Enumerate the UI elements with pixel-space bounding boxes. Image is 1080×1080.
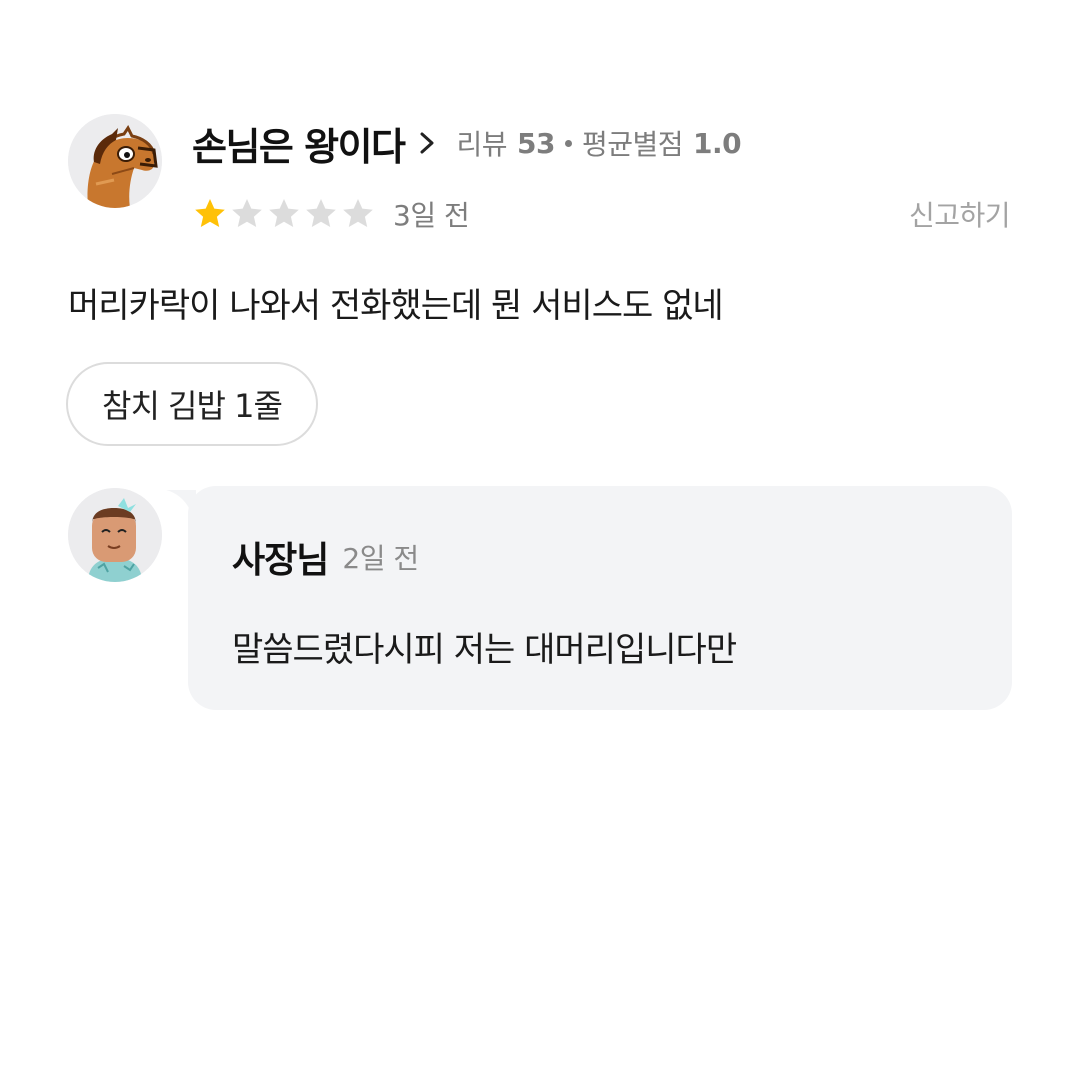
reply-bubble-tail: [166, 486, 206, 526]
rating-row: 3일 전: [192, 192, 470, 236]
review-author-row: 손님은 왕이다 리뷰 53 평균별점 1.0: [192, 116, 742, 171]
ordered-menu-chip[interactable]: 참치 김밥 1줄: [66, 362, 318, 446]
owner-reply-bubble: [188, 486, 1012, 710]
owner-name: 사장님: [232, 540, 329, 581]
review-page: 손님은 왕이다 리뷰 53 평균별점 1.0 3일 전 신고하기 머리카락이 나…: [0, 0, 1080, 1080]
owner-avatar-icon: [68, 488, 162, 582]
customer-nickname[interactable]: 손님은 왕이다: [192, 116, 406, 171]
review-count-label: 리뷰: [456, 128, 508, 161]
report-button[interactable]: 신고하기: [909, 194, 1011, 234]
owner-avatar: [68, 488, 162, 582]
star-empty-icon: [340, 196, 376, 232]
avg-rating-label: 평균별점: [582, 128, 684, 161]
separator-dot: [565, 139, 572, 147]
star-empty-icon: [303, 196, 339, 232]
star-rating: [192, 196, 377, 232]
owner-reply-text: 말씀드렸다시피 저는 대머리입니다만: [232, 630, 737, 670]
review-text: 머리카락이 나와서 전화했는데 뭔 서비스도 없네: [68, 286, 724, 326]
star-empty-icon: [229, 196, 265, 232]
customer-avatar[interactable]: [68, 114, 162, 208]
star-empty-icon: [266, 196, 302, 232]
avg-rating: 1.0: [693, 126, 742, 160]
review-count: 53: [517, 126, 555, 160]
star-filled-icon: [192, 196, 228, 232]
owner-header: 사장님 2일 전: [232, 532, 419, 582]
chevron-right-icon[interactable]: [413, 123, 443, 163]
review-time: 3일 전: [393, 199, 470, 232]
reply-time: 2일 전: [342, 542, 419, 575]
horse-avatar-icon: [68, 114, 162, 208]
